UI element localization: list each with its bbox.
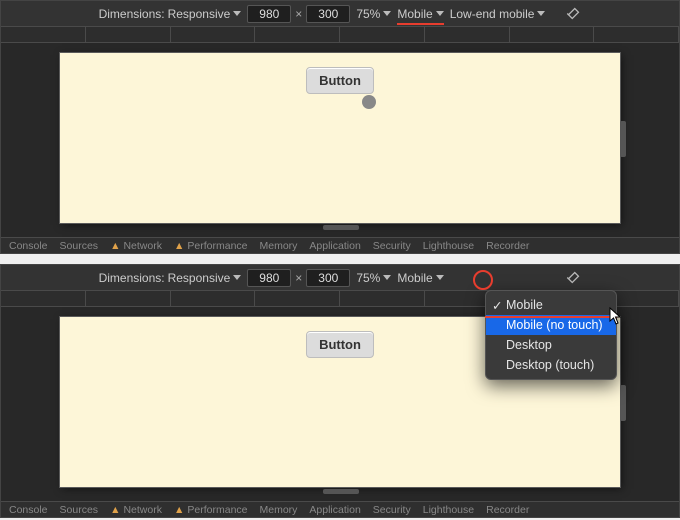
chevron-down-icon	[383, 275, 391, 280]
zoom-dropdown[interactable]: 75%	[356, 7, 391, 21]
warning-icon: ▲	[110, 240, 120, 252]
sample-button[interactable]: Button	[306, 331, 374, 358]
menu-item-mobile-no-touch[interactable]: Mobile (no touch)	[486, 315, 616, 335]
device-type-dropdown[interactable]: Mobile	[397, 7, 443, 23]
dimensions-inputs: 980 × 300	[247, 5, 350, 23]
device-type-menu: ✓ Mobile Mobile (no touch) Desktop Deskt…	[485, 290, 617, 380]
chevron-down-icon	[537, 11, 545, 16]
height-input[interactable]: 300	[306, 269, 350, 287]
throttle-dropdown[interactable]: Low-end mobile	[450, 7, 546, 21]
chevron-down-icon	[436, 275, 444, 280]
devtools-tabstrip: Console Sources ▲ Network ▲ Performance …	[1, 501, 679, 517]
resize-handle-bottom[interactable]	[323, 225, 359, 230]
height-input[interactable]: 300	[306, 5, 350, 23]
dimensions-value: Responsive	[168, 7, 231, 21]
touch-cursor-icon	[362, 95, 376, 109]
tab-performance[interactable]: Performance	[187, 240, 247, 252]
warning-icon: ▲	[174, 240, 184, 252]
device-toolbar: Dimensions: Responsive 980 × 300 75% Mob…	[1, 265, 679, 291]
menu-item-label: Mobile	[506, 298, 543, 312]
zoom-value: 75%	[356, 271, 380, 285]
chevron-down-icon	[383, 11, 391, 16]
tab-application[interactable]: Application	[309, 504, 360, 516]
chevron-down-icon	[436, 11, 444, 16]
dimensions-label: Dimensions:	[99, 271, 165, 285]
tab-performance[interactable]: Performance	[187, 504, 247, 516]
dimensions-dropdown[interactable]: Dimensions: Responsive	[99, 271, 242, 285]
dimensions-value: Responsive	[168, 271, 231, 285]
tab-memory[interactable]: Memory	[260, 504, 298, 516]
menu-item-mobile[interactable]: ✓ Mobile	[486, 295, 616, 315]
device-viewport: Button	[1, 43, 679, 237]
rotate-icon[interactable]	[565, 6, 581, 22]
zoom-dropdown[interactable]: 75%	[356, 271, 391, 285]
tab-console[interactable]: Console	[9, 504, 48, 516]
tab-network[interactable]: Network	[123, 504, 162, 516]
dimensions-inputs: 980 × 300	[247, 269, 350, 287]
warning-icon: ▲	[110, 504, 120, 516]
resize-handle-bottom[interactable]	[323, 489, 359, 494]
device-type-dropdown[interactable]: Mobile	[397, 271, 443, 285]
dimension-x: ×	[295, 271, 302, 285]
dimensions-label: Dimensions:	[99, 7, 165, 21]
check-icon: ✓	[492, 298, 502, 313]
tab-lighthouse[interactable]: Lighthouse	[423, 504, 474, 516]
tab-recorder[interactable]: Recorder	[486, 240, 529, 252]
menu-item-desktop[interactable]: Desktop	[486, 335, 616, 355]
tab-console[interactable]: Console	[9, 240, 48, 252]
tab-lighthouse[interactable]: Lighthouse	[423, 240, 474, 252]
warning-icon: ▲	[174, 504, 184, 516]
menu-item-label: Mobile (no touch)	[506, 318, 603, 332]
rotate-icon[interactable]	[565, 270, 581, 286]
device-toolbar: Dimensions: Responsive 980 × 300 75% Mob…	[1, 1, 679, 27]
width-input[interactable]: 980	[247, 5, 291, 23]
tab-application[interactable]: Application	[309, 240, 360, 252]
menu-item-label: Desktop	[506, 338, 552, 352]
tab-security[interactable]: Security	[373, 504, 411, 516]
throttle-value: Low-end mobile	[450, 7, 535, 21]
tab-network[interactable]: Network	[123, 240, 162, 252]
devtools-panel-after: Dimensions: Responsive 980 × 300 75% Mob…	[0, 264, 680, 518]
tab-memory[interactable]: Memory	[260, 240, 298, 252]
devtools-panel-before: Dimensions: Responsive 980 × 300 75% Mob…	[0, 0, 680, 254]
width-input[interactable]: 980	[247, 269, 291, 287]
menu-item-label: Desktop (touch)	[506, 358, 594, 372]
ruler-bar	[1, 27, 679, 43]
zoom-value: 75%	[356, 7, 380, 21]
resize-handle-right[interactable]	[620, 121, 626, 157]
menu-item-desktop-touch[interactable]: Desktop (touch)	[486, 355, 616, 375]
chevron-down-icon	[233, 275, 241, 280]
rendered-page: Button	[60, 53, 620, 223]
tab-recorder[interactable]: Recorder	[486, 504, 529, 516]
tab-sources[interactable]: Sources	[60, 240, 99, 252]
dimension-x: ×	[295, 7, 302, 21]
resize-handle-right[interactable]	[620, 385, 626, 421]
devtools-tabstrip: Console Sources ▲ Network ▲ Performance …	[1, 237, 679, 253]
tab-sources[interactable]: Sources	[60, 504, 99, 516]
sample-button[interactable]: Button	[306, 67, 374, 94]
chevron-down-icon	[233, 11, 241, 16]
device-type-value: Mobile	[397, 271, 432, 285]
tab-security[interactable]: Security	[373, 240, 411, 252]
dimensions-dropdown[interactable]: Dimensions: Responsive	[99, 7, 242, 21]
device-type-value: Mobile	[397, 7, 432, 21]
